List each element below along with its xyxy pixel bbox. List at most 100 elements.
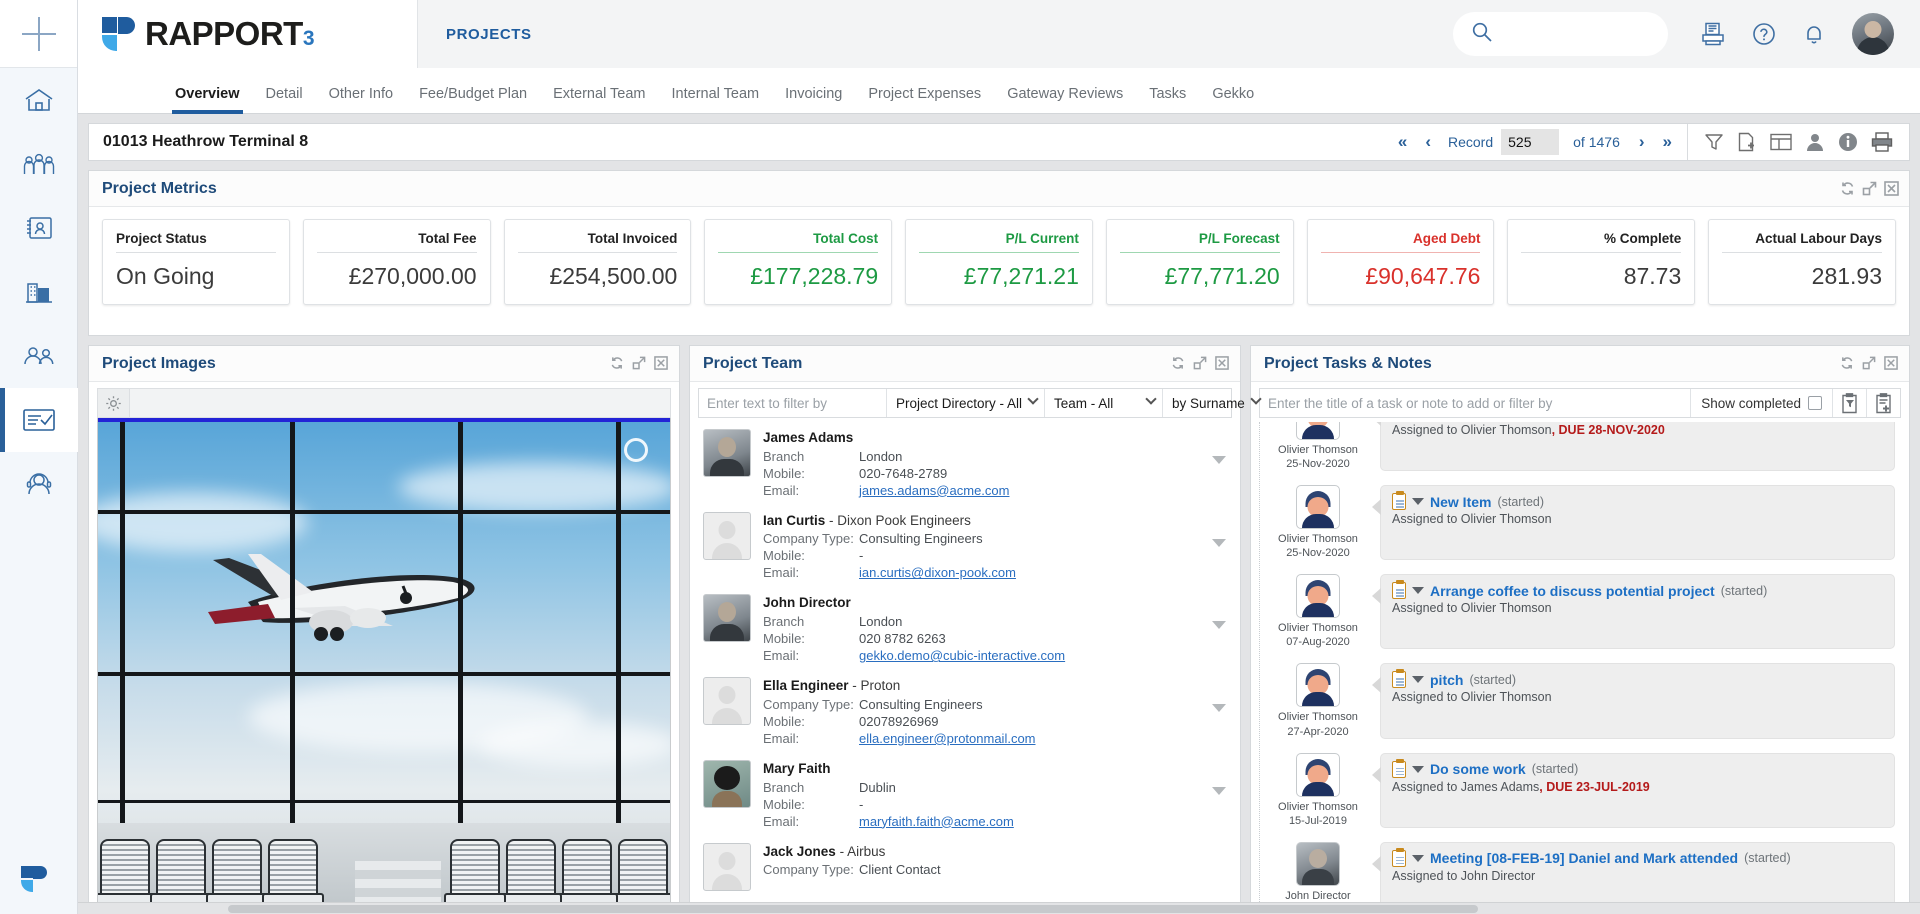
list-item[interactable]: Ian Curtis - Dixon Pook Engineers Compan…: [690, 505, 1240, 588]
search-input[interactable]: [1493, 25, 1684, 43]
expand-member-icon[interactable]: [1212, 539, 1226, 547]
tab-project-expenses[interactable]: Project Expenses: [855, 86, 994, 113]
person-icon[interactable]: [1805, 132, 1825, 152]
print-record-icon[interactable]: [1871, 132, 1893, 152]
email-link[interactable]: ian.curtis@dixon-pook.com: [859, 565, 1016, 580]
chevron-down-icon[interactable]: [1412, 498, 1424, 505]
list-item[interactable]: James Adams BranchLondon Mobile:020-7648…: [690, 422, 1240, 505]
expand-member-icon[interactable]: [1212, 704, 1226, 712]
help-icon[interactable]: [1752, 22, 1776, 46]
project-image-viewer[interactable]: [97, 418, 671, 914]
last-record-button[interactable]: »: [1654, 132, 1681, 152]
member-name: Mary Faith: [763, 760, 1230, 778]
add-record-icon[interactable]: [1737, 132, 1757, 152]
sidebar-item-company[interactable]: [0, 260, 78, 324]
task-title[interactable]: Arrange coffee to discuss potential proj…: [1430, 583, 1715, 599]
expand-icon[interactable]: [1193, 356, 1208, 371]
list-item[interactable]: Olivier Thomson27-Apr-2020 pitch (starte…: [1260, 659, 1901, 748]
field-key: Mobile:: [763, 713, 859, 730]
prev-record-button[interactable]: ‹: [1416, 132, 1440, 152]
close-icon[interactable]: [1884, 181, 1899, 196]
email-link[interactable]: maryfaith.faith@acme.com: [859, 814, 1014, 829]
task-author-block: Olivier Thomson25-Nov-2020: [1268, 422, 1368, 471]
list-item[interactable]: Mary Faith BranchDublin Mobile:- Email:m…: [690, 753, 1240, 836]
chevron-down-icon[interactable]: [1412, 766, 1424, 773]
first-record-button[interactable]: «: [1389, 132, 1416, 152]
sidebar-item-people[interactable]: [0, 132, 78, 196]
expand-member-icon[interactable]: [1212, 621, 1226, 629]
top-bar-actions: [1453, 0, 1920, 68]
scrollbar-thumb[interactable]: [228, 905, 1478, 913]
refresh-icon[interactable]: [1171, 356, 1186, 371]
horizontal-scrollbar[interactable]: [78, 902, 1920, 914]
close-icon[interactable]: [1884, 356, 1899, 371]
refresh-icon[interactable]: [610, 356, 625, 371]
filter-task-icon[interactable]: [1832, 389, 1866, 417]
task-filter-input[interactable]: [1260, 395, 1690, 412]
expand-icon[interactable]: [632, 356, 647, 371]
list-item[interactable]: Olivier Thomson25-Nov-2020 New Item (sta…: [1260, 481, 1901, 570]
tab-overview[interactable]: Overview: [162, 86, 253, 113]
task-title[interactable]: Do some work: [1430, 761, 1526, 777]
list-item[interactable]: Olivier Thomson15-Jul-2019 Do some work …: [1260, 749, 1901, 838]
expand-member-icon[interactable]: [1212, 456, 1226, 464]
refresh-icon[interactable]: [1840, 181, 1855, 196]
record-number-input[interactable]: [1501, 129, 1559, 155]
refresh-icon[interactable]: [1840, 356, 1855, 371]
list-item[interactable]: Jack Jones - Airbus Company Type:Client …: [690, 836, 1240, 897]
global-search[interactable]: [1453, 12, 1668, 56]
add-new-icon[interactable]: [22, 17, 56, 51]
expand-icon[interactable]: [1862, 181, 1877, 196]
sidebar-item-contacts[interactable]: [0, 324, 78, 388]
member-name: John Director: [763, 594, 1230, 612]
list-item[interactable]: Ella Engineer - Proton Company Type:Cons…: [690, 670, 1240, 753]
list-item[interactable]: Olivier Thomson07-Aug-2020 Arrange coffe…: [1260, 570, 1901, 659]
expand-member-icon[interactable]: [1212, 787, 1226, 795]
tab-tasks[interactable]: Tasks: [1136, 86, 1199, 113]
show-completed-toggle[interactable]: Show completed: [1690, 389, 1832, 417]
tab-internal-team[interactable]: Internal Team: [659, 86, 773, 113]
close-icon[interactable]: [1215, 356, 1230, 371]
email-link[interactable]: gekko.demo@cubic-interactive.com: [859, 648, 1065, 663]
task-title[interactable]: New Item: [1430, 494, 1491, 510]
tasks-list[interactable]: Olivier Thomson25-Nov-2020 Assigned to O…: [1259, 422, 1901, 914]
next-record-button[interactable]: ›: [1630, 132, 1654, 152]
team-filter-input[interactable]: [699, 389, 887, 417]
task-title[interactable]: pitch: [1430, 672, 1463, 688]
expand-icon[interactable]: [1862, 356, 1877, 371]
sidebar-item-directory[interactable]: [0, 196, 78, 260]
add-task-icon[interactable]: [1866, 389, 1900, 417]
tab-invoicing[interactable]: Invoicing: [772, 86, 855, 113]
tab-gekko[interactable]: Gekko: [1199, 86, 1267, 113]
list-item[interactable]: Olivier Thomson25-Nov-2020 Assigned to O…: [1260, 422, 1901, 481]
show-completed-checkbox[interactable]: [1808, 396, 1822, 410]
brand-logo[interactable]: RAPPORT3: [78, 0, 418, 68]
email-link[interactable]: ella.engineer@protonmail.com: [859, 731, 1036, 746]
tab-external-team[interactable]: External Team: [540, 86, 658, 113]
chevron-down-icon[interactable]: [1412, 676, 1424, 683]
print-icon[interactable]: [1700, 22, 1726, 46]
team-select[interactable]: Team - All: [1045, 389, 1163, 417]
info-icon[interactable]: [1838, 132, 1858, 152]
tab-gateway-reviews[interactable]: Gateway Reviews: [994, 86, 1136, 113]
chevron-down-icon[interactable]: [1412, 587, 1424, 594]
filter-icon[interactable]: [1704, 132, 1724, 152]
avatar[interactable]: [1852, 13, 1894, 55]
tab-other-info[interactable]: Other Info: [316, 86, 406, 113]
chevron-down-icon[interactable]: [1412, 855, 1424, 862]
list-item[interactable]: John Director BranchLondon Mobile:020 87…: [690, 587, 1240, 670]
email-link[interactable]: james.adams@acme.com: [859, 483, 1009, 498]
sort-select[interactable]: by Surname: [1163, 389, 1267, 417]
sidebar-item-home[interactable]: [0, 68, 78, 132]
tab-detail[interactable]: Detail: [253, 86, 316, 113]
close-icon[interactable]: [654, 356, 669, 371]
sidebar-item-support[interactable]: [0, 452, 78, 516]
layout-icon[interactable]: [1770, 133, 1792, 151]
project-directory-select[interactable]: Project Directory - All: [887, 389, 1045, 417]
sidebar-item-projects[interactable]: [0, 388, 78, 452]
gear-icon[interactable]: [98, 389, 130, 417]
tab-fee-budget-plan[interactable]: Fee/Budget Plan: [406, 86, 540, 113]
team-member-list[interactable]: James Adams BranchLondon Mobile:020-7648…: [690, 422, 1240, 914]
notifications-icon[interactable]: [1802, 22, 1826, 46]
task-title[interactable]: Meeting [08-FEB-19] Daniel and Mark atte…: [1430, 850, 1738, 866]
